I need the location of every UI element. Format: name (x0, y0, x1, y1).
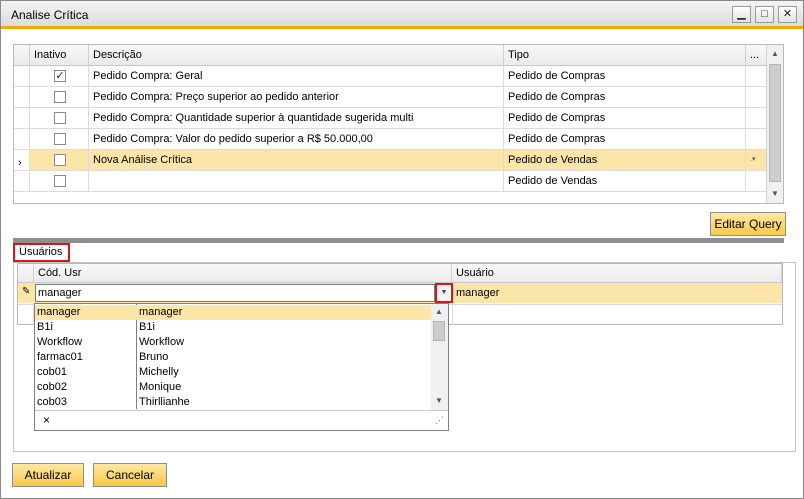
header-tipo[interactable]: Tipo (504, 45, 746, 66)
scroll-down-icon[interactable]: ▼ (768, 186, 782, 202)
inativo-checkbox[interactable] (54, 91, 66, 103)
inativo-checkbox[interactable] (54, 175, 66, 187)
header-usuario[interactable]: Usuário (452, 264, 782, 283)
dropdown-footer: × ⋰ (35, 410, 448, 430)
list-item[interactable]: cob03 Thirllianhe (35, 395, 431, 410)
scroll-up-icon[interactable]: ▲ (768, 46, 782, 62)
tipo-cell[interactable]: Pedido de Compras (504, 108, 746, 128)
scroll-up-icon[interactable]: ▲ (432, 304, 446, 320)
close-icon[interactable]: × (43, 413, 50, 427)
tipo-cell[interactable]: Pedido de Compras (504, 66, 746, 86)
header-more[interactable]: ... (746, 45, 767, 66)
descricao-cell[interactable]: Pedido Compra: Geral (89, 66, 504, 86)
list-item[interactable]: farmac01 Bruno (35, 350, 431, 365)
list-item[interactable]: cob01 Michelly (35, 365, 431, 380)
cod-usr-dropdown-list[interactable]: manager manager B1i B1i Workflow Workflo… (34, 303, 449, 431)
criteria-grid-scrollbar[interactable]: ▲ ▼ (766, 45, 783, 203)
chevron-down-icon[interactable]: ▼ (435, 283, 453, 303)
close-button[interactable]: ✕ (778, 6, 797, 23)
table-row[interactable]: Pedido Compra: Preço superior ao pedido … (14, 87, 767, 108)
header-descricao[interactable]: Descrição (89, 45, 504, 66)
tipo-cell[interactable]: Pedido de Compras (504, 129, 746, 149)
inativo-checkbox[interactable] (54, 154, 66, 166)
criteria-grid-header: Inativo Descrição Tipo ... (14, 45, 767, 66)
maximize-button[interactable]: □ (755, 6, 774, 23)
tipo-cell[interactable]: Pedido de Vendas (504, 171, 746, 191)
header-inativo[interactable]: Inativo (30, 45, 89, 66)
selected-row-arrow-icon: › (18, 157, 22, 169)
minimize-button[interactable]: ▁ (732, 6, 751, 23)
cancelar-button[interactable]: Cancelar (93, 463, 167, 487)
descricao-cell[interactable]: Pedido Compra: Preço superior ao pedido … (89, 87, 504, 107)
editar-query-button[interactable]: Editar Query (710, 212, 786, 236)
users-row-selected[interactable]: ✎ manager ▼ manager (18, 283, 782, 303)
scroll-thumb[interactable] (769, 64, 781, 182)
table-row[interactable]: ✓ Pedido Compra: Geral Pedido de Compras (14, 66, 767, 87)
cod-usr-combo-input[interactable]: manager (35, 284, 435, 302)
tipo-cell[interactable]: Pedido de Compras (504, 87, 746, 107)
resize-grip-icon[interactable]: ⋰ (435, 415, 444, 426)
panel-splitter[interactable] (13, 238, 784, 243)
edit-pencil-icon: ✎ (22, 286, 31, 297)
list-item[interactable]: cob02 Monique (35, 380, 431, 395)
descricao-cell[interactable] (89, 171, 504, 191)
table-row[interactable]: Pedido Compra: Quantidade superior à qua… (14, 108, 767, 129)
descricao-cell[interactable]: Pedido Compra: Valor do pedido superior … (89, 129, 504, 149)
table-row[interactable]: Pedido Compra: Valor do pedido superior … (14, 129, 767, 150)
usuario-cell[interactable]: manager (456, 283, 499, 303)
inativo-checkbox[interactable] (54, 133, 66, 145)
tab-usuarios[interactable]: Usuários (13, 243, 70, 262)
list-item[interactable]: Workflow Workflow (35, 335, 431, 350)
criteria-grid: Inativo Descrição Tipo ... ✓ Pedido Comp… (13, 44, 784, 204)
title-bar[interactable]: Analise Crítica ▁ □ ✕ (1, 1, 803, 29)
scroll-thumb[interactable] (433, 321, 445, 341)
dropdown-scrollbar[interactable]: ▲ ▼ (431, 304, 448, 410)
inativo-checkbox[interactable] (54, 112, 66, 124)
window-title: Analise Crítica (11, 8, 89, 22)
descricao-cell[interactable]: Nova Análise Crítica (89, 150, 504, 170)
table-row[interactable]: Pedido de Vendas (14, 171, 767, 192)
header-cod-usr[interactable]: Cód. Usr (34, 264, 452, 283)
analise-critica-window: Analise Crítica ▁ □ ✕ Inativo Descrição … (0, 0, 804, 499)
table-row-selected[interactable]: › Nova Análise Crítica Pedido de Vendas … (14, 150, 767, 171)
list-item[interactable]: B1i B1i (35, 320, 431, 335)
scroll-down-icon[interactable]: ▼ (432, 393, 446, 409)
row-header-corner (14, 45, 30, 66)
atualizar-button[interactable]: Atualizar (12, 463, 84, 487)
users-grid-header: Cód. Usr Usuário (18, 264, 782, 283)
descricao-cell[interactable]: Pedido Compra: Quantidade superior à qua… (89, 108, 504, 128)
tipo-dropdown-icon[interactable]: .▾ (746, 150, 767, 170)
list-item[interactable]: manager manager (35, 305, 431, 320)
inativo-checkbox[interactable]: ✓ (54, 70, 66, 82)
tipo-cell[interactable]: Pedido de Vendas (504, 150, 746, 170)
